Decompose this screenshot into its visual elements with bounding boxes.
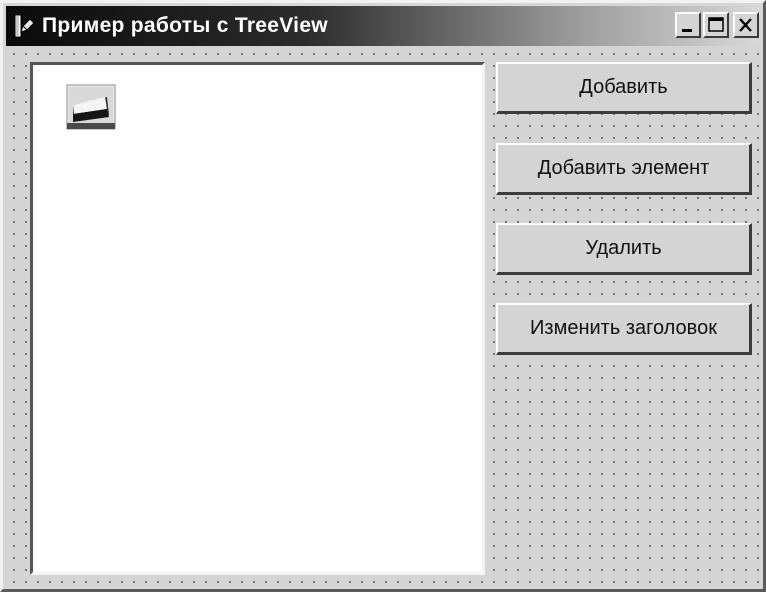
- minimize-icon: [682, 29, 692, 32]
- form-icon: [14, 14, 35, 38]
- tree-view[interactable]: [30, 62, 485, 575]
- minimize-button[interactable]: [675, 12, 701, 38]
- main-window: Пример работы с TreeView Добавить Добави…: [0, 0, 766, 592]
- add-item-button[interactable]: Добавить элемент: [496, 143, 752, 195]
- close-icon: [739, 18, 752, 32]
- tree-node-icon[interactable]: [65, 83, 117, 131]
- rename-button[interactable]: Изменить заголовок: [496, 303, 752, 355]
- title-bar[interactable]: Пример работы с TreeView: [6, 6, 760, 46]
- delete-button[interactable]: Удалить: [496, 223, 752, 275]
- maximize-icon: [708, 17, 724, 32]
- window-title: Пример работы с TreeView: [42, 14, 328, 37]
- add-button[interactable]: Добавить: [496, 62, 752, 114]
- form-client-area: Добавить Добавить элемент Удалить Измени…: [6, 46, 760, 586]
- close-button[interactable]: [733, 12, 759, 38]
- maximize-button[interactable]: [703, 12, 729, 38]
